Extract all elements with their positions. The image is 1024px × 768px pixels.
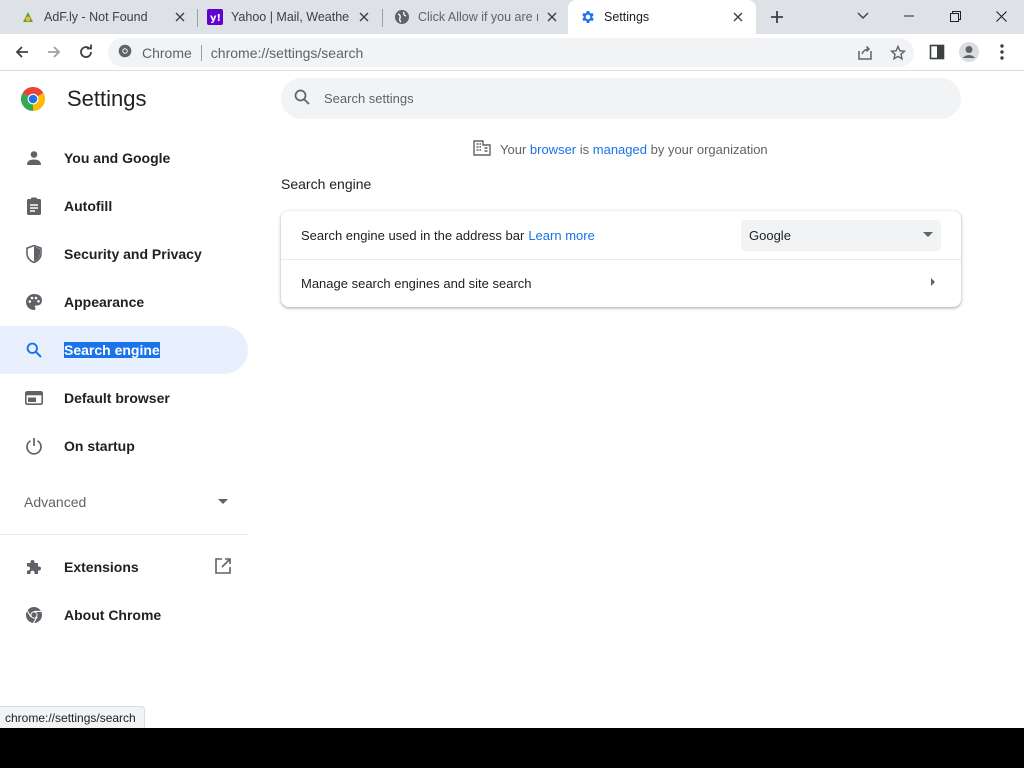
sidebar-item-label: On startup [64, 438, 135, 454]
search-engine-card: Search engine used in the address bar Le… [281, 211, 961, 307]
sidebar-item-extensions[interactable]: Extensions [0, 543, 248, 591]
reload-button[interactable] [72, 38, 100, 66]
managed-browser-link[interactable]: browser [530, 142, 576, 157]
arrow-right-icon [931, 278, 935, 286]
manage-search-engines-row[interactable]: Manage search engines and site search [281, 259, 961, 307]
row-label: Search engine used in the address bar [301, 227, 525, 243]
sidebar-item-label: Appearance [64, 294, 145, 310]
search-icon [24, 340, 44, 360]
settings-search-input[interactable]: Search settings [281, 78, 961, 119]
sidebar-item-appearance[interactable]: Appearance [0, 278, 248, 326]
tab-title: Settings [604, 10, 650, 24]
sidebar-item-label: Security and Privacy [64, 246, 202, 262]
forward-button[interactable] [40, 38, 68, 66]
site-chip: Chrome [142, 44, 192, 61]
power-icon [24, 436, 44, 456]
dropdown-arrow-icon [923, 232, 933, 237]
bookmark-star-icon[interactable] [884, 38, 912, 67]
sidebar-item-label: Extensions [64, 559, 139, 575]
select-value: Google [749, 228, 791, 243]
sidebar-item-default-browser[interactable]: Default browser [0, 374, 248, 422]
section-title: Search engine [281, 176, 372, 192]
tab-yahoo[interactable]: y! Yahoo | Mail, Weather, [195, 0, 382, 34]
person-icon [24, 148, 44, 168]
building-icon [473, 140, 491, 159]
sidebar-item-label: About Chrome [64, 607, 162, 623]
chrome-logo-icon [118, 44, 132, 61]
sidebar-item-autofill[interactable]: Autofill [0, 182, 248, 230]
browser-window: AdF.ly - Not Found y! Yahoo | Mail, Weat… [0, 0, 1024, 728]
desktop-background [0, 728, 1024, 768]
close-icon[interactable] [356, 9, 372, 25]
chrome-logo-icon [24, 605, 44, 625]
profile-avatar-button[interactable] [955, 38, 983, 66]
search-engine-row: Search engine used in the address bar Le… [281, 211, 961, 259]
yahoo-favicon: y! [207, 9, 223, 25]
search-icon [294, 89, 310, 108]
sidebar-divider [0, 534, 248, 535]
chrome-logo-icon [20, 86, 46, 111]
managed-suffix: by your organization [646, 142, 768, 157]
browser-window-icon [24, 388, 44, 408]
tab-title: AdF.ly - Not Found [44, 10, 148, 24]
learn-more-link[interactable]: Learn more [528, 228, 594, 243]
status-bubble: chrome://settings/search [0, 706, 145, 728]
sidebar-item-label: You and Google [64, 150, 171, 166]
row-label: Manage search engines and site search [301, 275, 532, 291]
page-title: Settings [67, 86, 147, 111]
browser-toolbar: Chrome chrome://settings/search [0, 34, 1024, 71]
sidebar-item-you-and-google[interactable]: You and Google [0, 134, 248, 182]
globe-favicon [394, 9, 410, 25]
close-icon[interactable] [172, 9, 188, 25]
managed-notice: Your browser is managed by your organiza… [473, 140, 768, 159]
sidebar-item-about-chrome[interactable]: About Chrome [0, 591, 248, 639]
open-in-new-icon[interactable] [214, 557, 234, 577]
managed-mid: is [576, 142, 593, 157]
search-placeholder: Search settings [324, 91, 414, 106]
managed-link[interactable]: managed [593, 142, 647, 157]
sidebar-advanced-toggle[interactable]: Advanced [0, 478, 248, 526]
close-icon[interactable] [730, 9, 746, 25]
share-icon[interactable] [851, 38, 879, 67]
adfly-favicon [20, 9, 36, 25]
tab-title: Click Allow if you are n [418, 10, 538, 24]
svg-text:y!: y! [210, 13, 221, 24]
new-tab-button[interactable] [764, 5, 790, 29]
sidebar-item-on-startup[interactable]: On startup [0, 422, 248, 470]
tab-search-button[interactable] [840, 0, 886, 32]
omnibox-separator [200, 44, 202, 61]
palette-icon [24, 292, 44, 312]
menu-kebab-button[interactable] [988, 38, 1016, 66]
sidebar-item-label: Search engine [64, 342, 160, 358]
clipboard-icon [24, 196, 44, 216]
tab-settings[interactable]: Settings [568, 0, 756, 34]
tab-click-allow[interactable]: Click Allow if you are n [382, 0, 570, 34]
search-engine-select[interactable]: Google [741, 220, 941, 251]
back-button[interactable] [8, 38, 36, 66]
address-bar[interactable]: Chrome chrome://settings/search [108, 38, 914, 67]
url-host: chrome:// [210, 44, 270, 61]
sidebar-item-label: Autofill [64, 198, 113, 214]
managed-prefix: Your [500, 142, 530, 157]
sidebar-item-search-engine[interactable]: Search engine [0, 326, 248, 374]
shield-icon [24, 244, 44, 264]
url-text: chrome://settings/search [211, 45, 364, 61]
tab-title: Yahoo | Mail, Weather, [231, 10, 350, 24]
chevron-down-icon [218, 499, 228, 505]
sidebar-item-security-and-privacy[interactable]: Security and Privacy [0, 230, 248, 278]
url-path: settings/search [269, 44, 364, 61]
sidebar-item-label: Default browser [64, 390, 170, 406]
tab-strip: AdF.ly - Not Found y! Yahoo | Mail, Weat… [0, 0, 1024, 34]
minimize-button[interactable] [886, 0, 932, 32]
side-panel-button[interactable] [923, 38, 951, 66]
puzzle-piece-icon [24, 557, 44, 577]
settings-gear-favicon [580, 9, 596, 25]
close-window-button[interactable] [978, 0, 1024, 32]
close-icon[interactable] [544, 9, 560, 25]
restore-button[interactable] [932, 0, 978, 32]
advanced-label: Advanced [24, 494, 87, 510]
tab-adfly[interactable]: AdF.ly - Not Found [8, 0, 198, 34]
